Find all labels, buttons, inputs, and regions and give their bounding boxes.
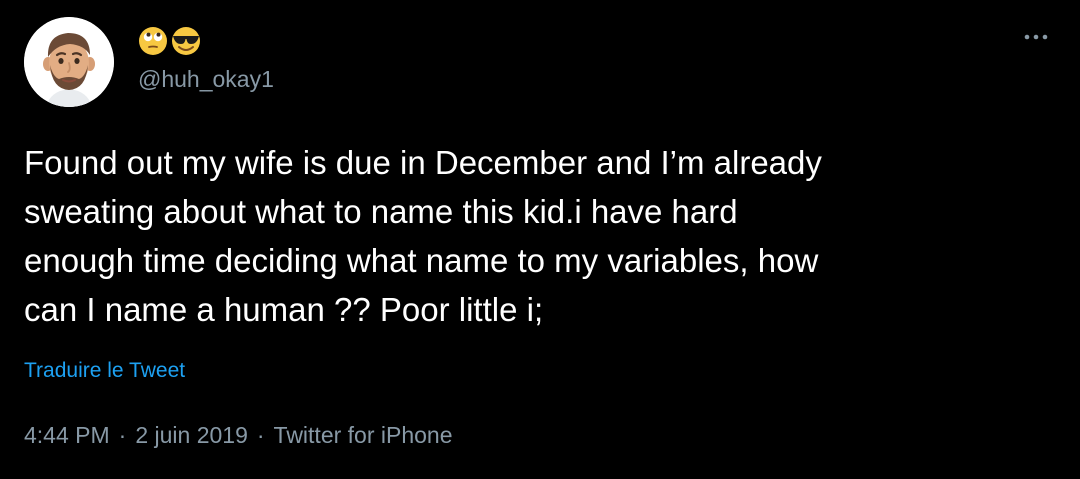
translate-tweet-link[interactable]: Traduire le Tweet bbox=[24, 356, 185, 386]
meta-separator: · bbox=[256, 422, 265, 448]
avatar[interactable] bbox=[24, 17, 114, 107]
tweet-metadata: 4:44 PM · 2 juin 2019 · Twitter for iPhone bbox=[24, 419, 453, 451]
more-options-icon bbox=[1024, 34, 1048, 40]
tweet-time[interactable]: 4:44 PM bbox=[24, 422, 110, 448]
tweet-date[interactable]: 2 juin 2019 bbox=[135, 422, 248, 448]
face-with-rolling-eyes-emoji-icon bbox=[139, 27, 167, 55]
more-options-button[interactable] bbox=[1016, 26, 1056, 48]
tweet-text: Found out my wife is due in December and… bbox=[24, 144, 822, 328]
memoji-avatar-icon bbox=[24, 17, 114, 107]
user-handle[interactable]: @huh_okay1 bbox=[138, 64, 274, 94]
smiling-face-with-sunglasses-emoji-icon bbox=[172, 27, 200, 55]
meta-separator: · bbox=[118, 422, 127, 448]
tweet-card: @huh_okay1 Found out my wife is due in D… bbox=[0, 0, 1080, 479]
tweet-source[interactable]: Twitter for iPhone bbox=[274, 422, 453, 448]
display-name[interactable] bbox=[138, 24, 202, 58]
